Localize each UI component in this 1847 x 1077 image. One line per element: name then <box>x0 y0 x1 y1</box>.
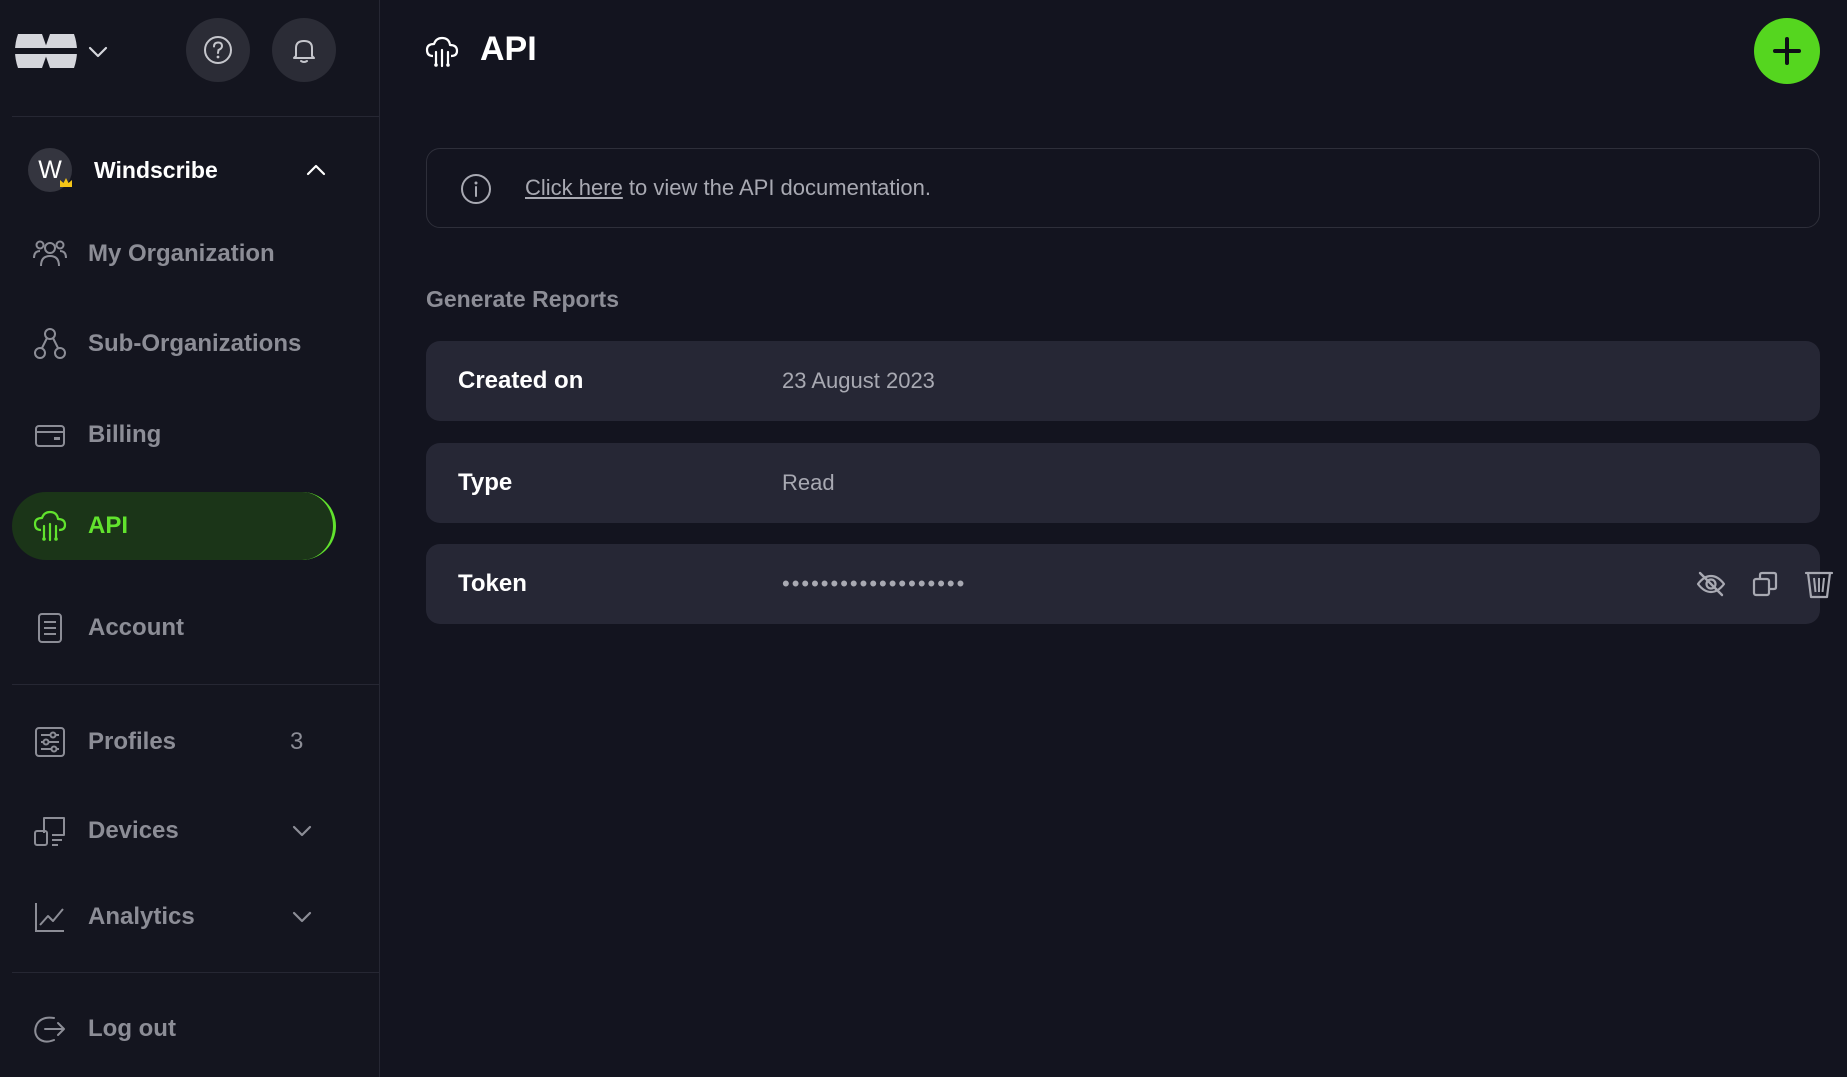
sidebar-divider <box>12 684 380 685</box>
bell-icon <box>293 40 315 63</box>
section-title: Generate Reports <box>426 286 620 312</box>
chevron-down-icon[interactable] <box>290 905 314 929</box>
organization-name: Windscribe <box>94 156 218 183</box>
sidebar-item-label: Log out <box>88 1015 176 1042</box>
organization-switcher[interactable]: W Windscribe <box>28 148 328 192</box>
crown-icon <box>60 178 72 187</box>
chevron-down-icon[interactable] <box>86 40 110 64</box>
info-text: Click here to view the API documentation… <box>525 175 931 201</box>
sidebar-item-label: Billing <box>88 421 162 448</box>
sidebar: W Windscribe My Organization Sub-Organiz… <box>0 0 380 1077</box>
trash-icon <box>1804 571 1834 599</box>
token-row: Token ••••••••••••••••••• <box>426 544 1834 624</box>
sidebar-item-label: Account <box>88 614 184 641</box>
sidebar-item-label: Profiles <box>88 728 177 755</box>
copy-icon <box>1752 571 1778 597</box>
sidebar-item-api[interactable]: API <box>12 492 336 560</box>
api-documentation-link[interactable]: Click here <box>525 175 623 200</box>
devices-icon <box>34 817 65 846</box>
sidebar-item-analytics[interactable]: Analytics <box>12 883 336 951</box>
row-value: Read <box>782 470 835 495</box>
avatar: W <box>28 148 72 192</box>
profiles-count: 3 <box>290 728 304 755</box>
help-button[interactable] <box>186 18 250 82</box>
sidebar-item-sub-organizations[interactable]: Sub-Organizations <box>12 310 336 378</box>
sidebar-divider <box>12 116 380 117</box>
sidebar-item-label: Analytics <box>88 903 195 930</box>
document-icon <box>38 613 62 643</box>
info-message: to view the API documentation. <box>622 175 931 200</box>
notifications-button[interactable] <box>272 18 336 82</box>
sidebar-item-profiles[interactable]: Profiles 3 <box>12 708 336 776</box>
cloud-api-icon <box>425 36 459 68</box>
people-icon <box>33 240 67 267</box>
sidebar-item-label: My Organization <box>88 240 275 267</box>
row-label: Token <box>458 570 527 597</box>
windscribe-logo-icon[interactable] <box>12 28 80 74</box>
copy-token-button[interactable] <box>1748 567 1782 601</box>
chart-icon <box>35 903 64 932</box>
row-value: 23 August 2023 <box>782 368 935 393</box>
row-label: Created on <box>458 367 584 394</box>
cloud-api-icon <box>33 510 67 542</box>
wallet-icon <box>35 425 65 447</box>
sidebar-item-log-out[interactable]: Log out <box>12 995 336 1063</box>
delete-token-button[interactable] <box>1802 567 1836 601</box>
logout-icon <box>34 1016 65 1043</box>
sidebar-topbar <box>0 0 380 116</box>
chevron-up-icon[interactable] <box>304 158 328 182</box>
chevron-down-icon[interactable] <box>290 819 314 843</box>
api-documentation-notice: Click here to view the API documentation… <box>426 148 1820 228</box>
help-icon <box>204 36 232 64</box>
sidebar-item-label: Sub-Organizations <box>88 330 302 357</box>
sub-organizations-icon <box>34 328 66 359</box>
created-on-row: Created on 23 August 2023 <box>426 341 1820 421</box>
token-value: ••••••••••••••••••• <box>782 571 967 596</box>
page-title: API <box>480 30 537 68</box>
row-label: Type <box>458 469 513 496</box>
sidebar-item-account[interactable]: Account <box>12 594 336 662</box>
sidebar-item-devices[interactable]: Devices <box>12 797 336 865</box>
sidebar-item-label: API <box>88 512 129 539</box>
toggle-token-visibility-button[interactable] <box>1694 567 1728 601</box>
sidebar-item-my-organization[interactable]: My Organization <box>12 220 336 288</box>
sliders-icon <box>35 727 65 757</box>
type-row: Type Read <box>426 443 1820 523</box>
sidebar-divider <box>12 972 380 973</box>
plus-icon <box>1773 37 1801 65</box>
add-api-key-button[interactable] <box>1754 18 1820 84</box>
info-icon <box>461 174 491 204</box>
app-root: W Windscribe My Organization Sub-Organiz… <box>0 0 1847 1077</box>
eye-off-icon <box>1696 571 1726 597</box>
sidebar-item-billing[interactable]: Billing <box>12 401 336 469</box>
sidebar-item-label: Devices <box>88 817 179 844</box>
